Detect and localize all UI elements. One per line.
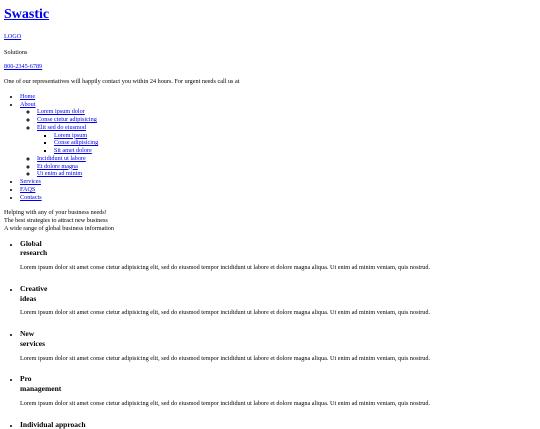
phone-paragraph: 800-2345-6789 <box>4 63 536 71</box>
feature-title-line2: research <box>20 248 48 258</box>
submenu-item: Lorem ipsum <box>54 132 536 140</box>
feature-description: Lorem ipsum dolor sit amet conse ctetur … <box>20 309 431 317</box>
features-list: Creative ideas <box>4 284 536 304</box>
solutions-text: Solutions <box>4 48 28 56</box>
site-title: Swastic <box>4 7 536 24</box>
feature-item: Pro management <box>20 374 536 394</box>
submenu-item: Incididunt ut labore <box>37 155 536 163</box>
nav-item-about: About Lorem ipsum dolor Conse ctetur adi… <box>20 101 536 179</box>
feature-description: Lorem ipsum dolor sit amet conse ctetur … <box>20 399 431 407</box>
feature-title-cutoff: Individual approach <box>20 419 86 429</box>
submenu-link-lorem[interactable]: Lorem ipsum dolor <box>37 108 85 115</box>
logo-image-link[interactable]: LOGO <box>4 33 21 41</box>
feature-title-line2: ideas <box>20 293 37 303</box>
logo-alt-text: LOGO <box>4 32 22 40</box>
features-list: Individual approach <box>4 420 536 429</box>
features-list: New services <box>4 329 536 349</box>
feature-item: New services <box>20 329 536 349</box>
feature-description: Lorem ipsum dolor sit amet conse ctetur … <box>20 264 431 272</box>
feature-title: New services <box>20 329 536 349</box>
feature-title-line2: management <box>20 384 62 394</box>
submenu-item: Ut enim ad minim <box>37 170 536 178</box>
taglines: Helping with any of your business needs!… <box>4 209 536 232</box>
tagline-2: The best strategies to attract new busin… <box>4 217 108 225</box>
submenu-item: Elit sed do eiusmod Lorem ipsum Conse ad… <box>37 124 536 155</box>
submenu-link-sit-amet[interactable]: Sit amet dolore <box>54 147 92 154</box>
phone-link[interactable]: 800-2345-6789 <box>4 63 42 70</box>
nav-link-home[interactable]: Home <box>20 93 35 100</box>
submenu-item: Sit amet dolore <box>54 147 536 155</box>
features-list: Global research <box>4 239 536 259</box>
submenu-link-incididunt[interactable]: Incididunt ut labore <box>37 155 86 162</box>
submenu-link-conse-adipisicing[interactable]: Conse adipisicing <box>54 139 98 146</box>
feature-item: Global research <box>20 239 536 259</box>
feature-description: Lorem ipsum dolor sit amet conse ctetur … <box>20 354 431 362</box>
submenu-link-elit[interactable]: Elit sed do eiusmod <box>37 124 86 131</box>
tagline-1: Helping with any of your business needs! <box>4 209 107 217</box>
nav-link-faqs[interactable]: FAQS <box>20 186 35 193</box>
nav-item-contacts: Contacts <box>20 194 536 202</box>
nav-link-services[interactable]: Services <box>20 178 41 185</box>
feature-title: Global research <box>20 239 536 259</box>
submenu-item: Conse adipisicing <box>54 139 536 147</box>
tagline-3: A wide range of global business informat… <box>4 224 114 232</box>
feature-title: Creative ideas <box>20 284 536 304</box>
feature-title-line1: Pro <box>20 374 32 384</box>
submenu-link-et-dolore[interactable]: Et dolore magna <box>37 163 78 170</box>
nav-link-about[interactable]: About <box>20 101 35 108</box>
feature-item: Creative ideas <box>20 284 536 304</box>
features-list: Pro management <box>4 374 536 394</box>
submenu-link-lorem-ipsum[interactable]: Lorem ipsum <box>54 132 87 139</box>
submenu-item: Conse ctetur adipisicing <box>37 116 536 124</box>
feature-title-line1: New <box>20 329 35 339</box>
elit-submenu: Lorem ipsum Conse adipisicing Sit amet d… <box>37 132 536 155</box>
main-nav: Home About Lorem ipsum dolor Conse ctetu… <box>4 93 536 202</box>
submenu-item: Lorem ipsum dolor <box>37 108 536 116</box>
brand-link[interactable]: Swastic <box>4 7 49 22</box>
feature-title-line2: services <box>20 338 45 348</box>
nav-item-services: Services <box>20 178 536 186</box>
page: Swastic LOGO Solutions 800-2345-6789 One… <box>0 0 540 429</box>
nav-item-home: Home <box>20 93 536 101</box>
submenu-link-conse[interactable]: Conse ctetur adipisicing <box>37 116 97 123</box>
feature-title-line1: Global <box>20 238 42 248</box>
feature-title-line1: Creative <box>20 283 48 293</box>
feature-title: Pro management <box>20 374 536 394</box>
contact-note: One of our representatives will happily … <box>4 78 240 86</box>
submenu-item: Et dolore magna <box>37 163 536 171</box>
submenu-link-ut-enim[interactable]: Ut enim ad minim <box>37 170 82 177</box>
feature-item: Individual approach <box>20 420 536 429</box>
nav-item-faqs: FAQS <box>20 186 536 194</box>
nav-link-contacts[interactable]: Contacts <box>20 194 42 201</box>
about-submenu: Lorem ipsum dolor Conse ctetur adipisici… <box>20 108 536 178</box>
